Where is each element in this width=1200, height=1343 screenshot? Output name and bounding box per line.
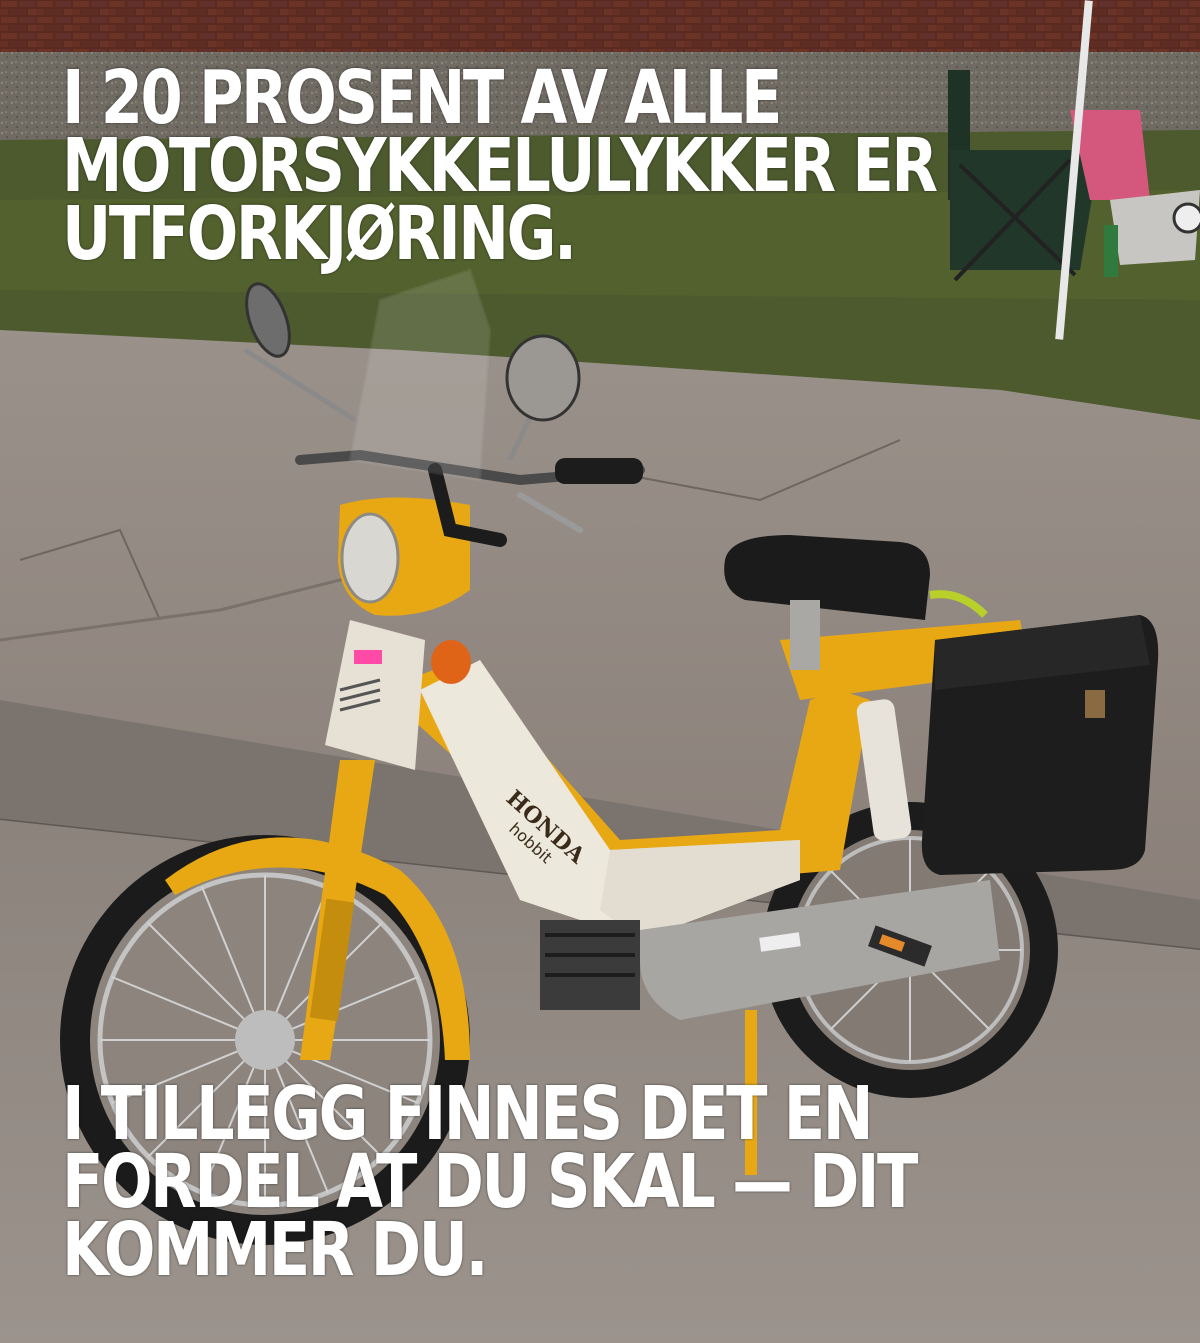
top-caption-line-3: UTFORKJØRING. [62,191,577,277]
top-caption-line-1: I 20 PROSENT AV ALLE [62,55,782,141]
meme-image: HONDA hobbit I 20 PROSENT AV ALLE MOTORS… [0,0,1200,1343]
brick-wall [0,0,1200,56]
bottom-caption-line-3: KOMMER DU. [62,1207,489,1293]
bottom-caption-line-2: FORDEL AT DU SKAL — DIT [62,1139,918,1225]
top-caption-line-2: MOTORSYKKELULYKKER ER [62,123,938,209]
bottom-caption: I TILLEGG FINNES DET EN FORDEL AT DU SKA… [62,1071,918,1293]
top-caption: I 20 PROSENT AV ALLE MOTORSYKKELULYKKER … [62,55,938,277]
bottom-caption-line-1: I TILLEGG FINNES DET EN [62,1071,874,1157]
